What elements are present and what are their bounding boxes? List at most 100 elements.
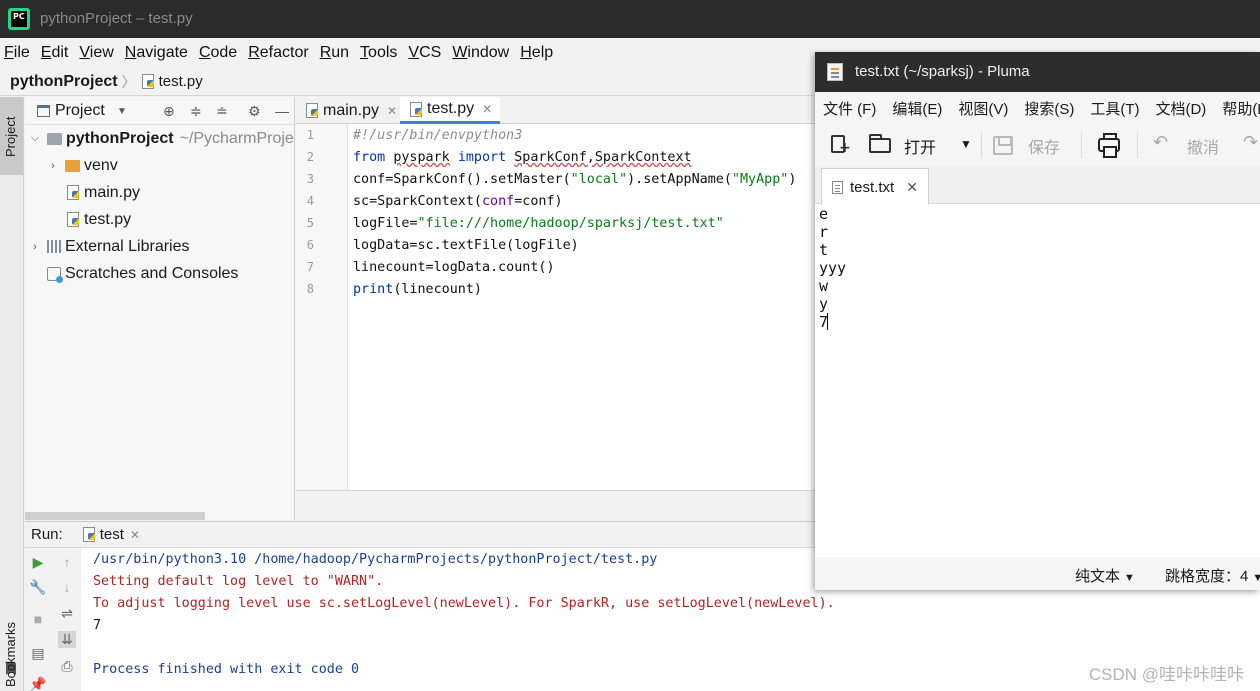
syntax-selector[interactable]: 纯文本 ▼ bbox=[1075, 565, 1135, 586]
pluma-menu-edit[interactable]: 编辑(E) bbox=[892, 98, 942, 119]
breadcrumb-project[interactable]: pythonProject bbox=[10, 73, 118, 91]
close-icon[interactable]: ✕ bbox=[906, 179, 918, 196]
text-editor-icon bbox=[827, 63, 843, 81]
tree-item-label: Scratches and Consoles bbox=[65, 264, 239, 282]
text-line: r bbox=[819, 223, 829, 241]
line-number: 6 bbox=[306, 238, 314, 252]
menu-code[interactable]: Code bbox=[199, 44, 237, 62]
breadcrumb-file[interactable]: test.py bbox=[159, 73, 203, 90]
chevron-down-icon[interactable]: ▼ bbox=[117, 106, 127, 117]
menu-refactor[interactable]: Refactor bbox=[248, 44, 308, 62]
wrench-icon[interactable]: 🔧 bbox=[29, 579, 47, 596]
pin-icon[interactable]: 📌 bbox=[29, 676, 47, 691]
tree-item-external-libraries[interactable]: › External Libraries bbox=[29, 233, 189, 260]
down-arrow-icon[interactable]: ↓ bbox=[58, 579, 76, 595]
pluma-text-area[interactable]: e r t yyy w y 7 bbox=[815, 205, 1260, 555]
python-file-icon bbox=[67, 185, 80, 200]
project-panel-header: Project ▼ ⊕ ≑ ≐ ⚙ — bbox=[25, 97, 294, 125]
pluma-menu-tools[interactable]: 工具(T) bbox=[1090, 98, 1139, 119]
text-line: w bbox=[819, 277, 829, 295]
menu-tools[interactable]: Tools bbox=[360, 44, 397, 62]
run-icon[interactable]: ▶ bbox=[29, 554, 47, 571]
project-panel: Project ▼ ⊕ ≑ ≐ ⚙ — ⌵ pythonProject ~/Py… bbox=[25, 97, 295, 520]
expand-all-icon[interactable]: ≑ bbox=[190, 103, 202, 120]
locate-icon[interactable]: ⊕ bbox=[163, 103, 175, 120]
redo-icon[interactable]: ↷ bbox=[1243, 132, 1258, 153]
stop-icon[interactable]: ■ bbox=[29, 611, 47, 627]
menu-bar: File Edit View Navigate Code Refactor Ru… bbox=[0, 38, 815, 68]
project-tool-tab[interactable]: Project bbox=[0, 97, 23, 175]
horizontal-scrollbar[interactable] bbox=[25, 512, 205, 520]
tree-item-test-py[interactable]: test.py bbox=[67, 206, 131, 233]
scroll-end-icon[interactable]: ⇊ bbox=[58, 631, 76, 648]
project-view-selector[interactable]: Project bbox=[55, 102, 105, 120]
menu-vcs[interactable]: VCS bbox=[408, 44, 441, 62]
pycharm-logo-icon: PC bbox=[8, 8, 30, 30]
chevron-right-icon[interactable]: › bbox=[47, 160, 59, 172]
pluma-menu-help[interactable]: 帮助(H) bbox=[1222, 98, 1260, 119]
code-line: conf=SparkConf().setMaster("local").setA… bbox=[353, 172, 797, 187]
gear-icon[interactable]: ⚙ bbox=[248, 103, 261, 120]
tree-item-main-py[interactable]: main.py bbox=[67, 179, 140, 206]
code-line: logData=sc.textFile(logFile) bbox=[353, 238, 579, 253]
up-arrow-icon[interactable]: ↑ bbox=[58, 554, 76, 570]
menu-file[interactable]: File bbox=[4, 44, 30, 62]
left-tool-strip: Project Bookmarks bbox=[0, 97, 24, 691]
python-file-icon bbox=[82, 527, 96, 542]
menu-navigate[interactable]: Navigate bbox=[125, 44, 188, 62]
project-window-icon bbox=[37, 104, 50, 117]
save-icon[interactable] bbox=[993, 136, 1013, 155]
new-document-icon[interactable] bbox=[831, 135, 851, 156]
editor-tab-bar: main.py ✕ test.py ✕ bbox=[296, 97, 815, 124]
menu-run[interactable]: Run bbox=[320, 44, 349, 62]
close-icon[interactable]: ✕ bbox=[482, 102, 492, 116]
pluma-tab-test-txt[interactable]: test.txt ✕ bbox=[821, 168, 929, 205]
collapse-all-icon[interactable]: ≐ bbox=[216, 103, 228, 120]
print-icon[interactable] bbox=[1098, 133, 1120, 158]
editor-gutter: 1 2 3 4 5 6 7 8 bbox=[296, 124, 348, 490]
tab-width-selector[interactable]: 跳格宽度：4 ▼ bbox=[1165, 565, 1260, 586]
minimize-icon[interactable]: — bbox=[275, 103, 289, 119]
open-folder-icon[interactable] bbox=[869, 134, 891, 153]
chevron-right-icon[interactable]: › bbox=[29, 241, 41, 253]
menu-window[interactable]: Window bbox=[452, 44, 509, 62]
pluma-menu-view[interactable]: 视图(V) bbox=[958, 98, 1008, 119]
menu-view[interactable]: View bbox=[79, 44, 113, 62]
layout-icon[interactable]: ▤ bbox=[29, 645, 47, 662]
toolbar-separator bbox=[1081, 132, 1082, 158]
python-file-icon bbox=[306, 103, 319, 118]
chevron-down-icon[interactable]: ▼ bbox=[960, 137, 972, 151]
undo-icon[interactable]: ↶ bbox=[1153, 132, 1168, 153]
close-icon[interactable]: ✕ bbox=[387, 104, 397, 118]
pluma-menu-documents[interactable]: 文档(D) bbox=[1155, 98, 1206, 119]
soft-wrap-icon[interactable]: ⇌ bbox=[58, 605, 76, 622]
breadcrumb-separator: 〉 bbox=[121, 73, 136, 90]
toolbar-separator bbox=[981, 132, 982, 158]
pluma-menu-bar: 文件 (F) 编辑(E) 视图(V) 搜索(S) 工具(T) 文档(D) 帮助(… bbox=[815, 92, 1260, 124]
run-tab-test[interactable]: test ✕ bbox=[82, 526, 140, 543]
tree-item-pythonProject[interactable]: ⌵ pythonProject ~/PycharmProje bbox=[29, 125, 294, 152]
tab-test-py[interactable]: test.py ✕ bbox=[400, 97, 500, 124]
line-number: 2 bbox=[306, 150, 314, 164]
tab-main-py[interactable]: main.py ✕ bbox=[296, 97, 400, 124]
close-icon[interactable]: ✕ bbox=[130, 528, 140, 542]
tree-item-path: ~/PycharmProje bbox=[179, 129, 294, 147]
tree-item-venv[interactable]: › venv bbox=[47, 152, 118, 179]
tree-item-scratches[interactable]: Scratches and Consoles bbox=[41, 260, 238, 287]
save-button[interactable]: 保存 bbox=[1028, 134, 1060, 158]
python-file-icon bbox=[67, 212, 80, 227]
code-editor[interactable]: #!/usr/bin/envpython3 from pyspark import… bbox=[348, 124, 815, 490]
open-button[interactable]: 打开 bbox=[904, 134, 936, 158]
pluma-title-bar: test.txt (~/sparksj) - Pluma bbox=[815, 52, 1260, 92]
pluma-menu-file[interactable]: 文件 (F) bbox=[823, 98, 876, 119]
menu-help[interactable]: Help bbox=[520, 44, 553, 62]
menu-edit[interactable]: Edit bbox=[41, 44, 69, 62]
undo-button[interactable]: 撤消 bbox=[1187, 134, 1219, 158]
bookmarks-tool-tab[interactable]: Bookmarks bbox=[3, 622, 18, 687]
code-line: sc=SparkContext(conf=conf) bbox=[353, 194, 563, 209]
chevron-down-icon[interactable]: ⌵ bbox=[29, 132, 41, 145]
print-icon[interactable]: ⎙ bbox=[58, 658, 76, 675]
line-number: 7 bbox=[306, 260, 314, 274]
console-line: /usr/bin/python3.10 /home/hadoop/Pycharm… bbox=[93, 552, 658, 567]
pluma-menu-search[interactable]: 搜索(S) bbox=[1024, 98, 1074, 119]
